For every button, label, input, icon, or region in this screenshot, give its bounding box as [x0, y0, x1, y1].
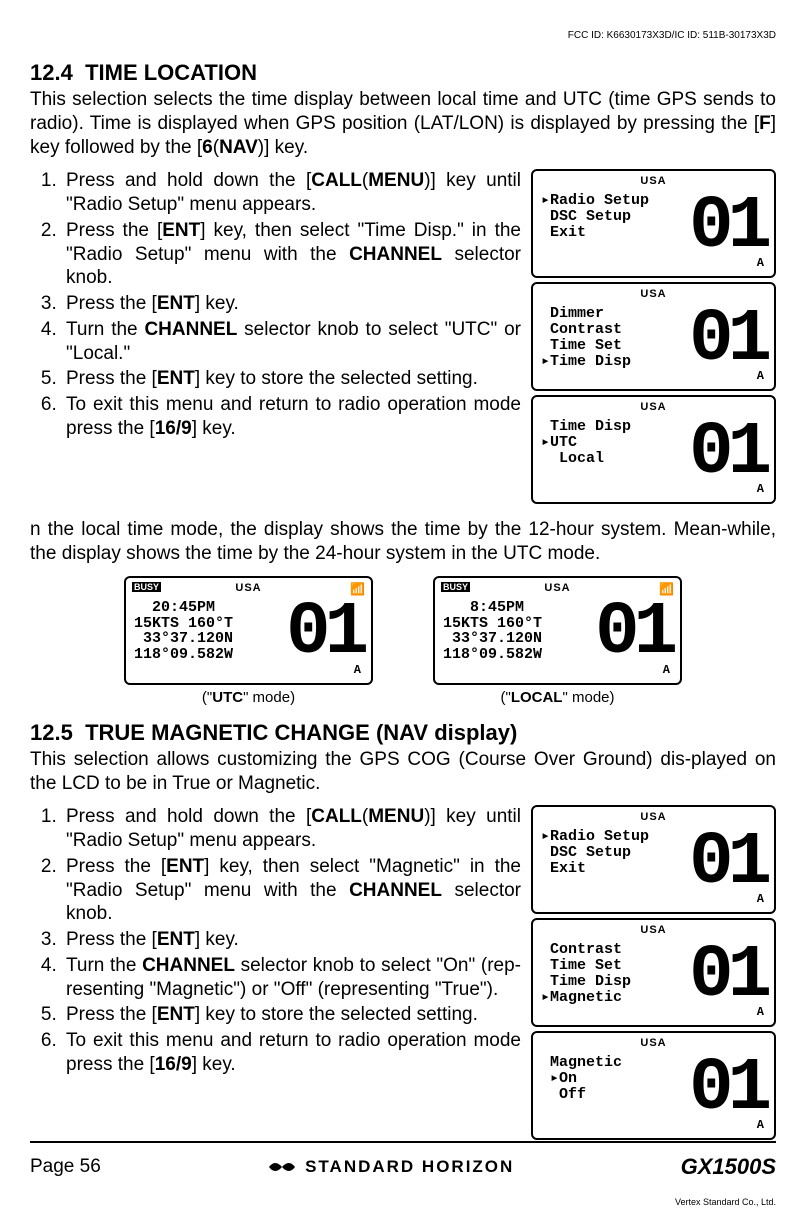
- busy-indicator: BUSY: [132, 582, 161, 592]
- lcd-local-mode: USA BUSY 📶 8:45PM 15KTS 160°T 33°37.120N…: [433, 576, 682, 685]
- step-4: Turn the CHANNEL selector knob to select…: [62, 318, 521, 366]
- company-name: Vertex Standard Co., Ltd.: [675, 1197, 776, 1207]
- fcc-id: FCC ID: K6630173X3D/IC ID: 511B-30173X3D: [568, 30, 776, 41]
- step-5: Press the [ENT] key to store the selecte…: [62, 1003, 521, 1027]
- step-6: To exit this menu and return to radio op…: [62, 1029, 521, 1077]
- lcd-channel-number: 01: [689, 183, 766, 270]
- lcd-time-disp-select: USA Dimmer Contrast Time Set ▸Time Disp …: [531, 282, 776, 391]
- section-12-4-intro: This selection selects the time display …: [30, 88, 776, 159]
- step-4: Turn the CHANNEL selector knob to select…: [62, 954, 521, 1002]
- lcd-magnetic-select: USA Contrast Time Set Time Disp ▸Magneti…: [531, 918, 776, 1027]
- page-footer: Page 56 STANDARD HORIZON GX1500S: [30, 1141, 776, 1185]
- lcd-radio-setup-2: USA ▸Radio Setup DSC Setup Exit 01 A: [531, 805, 776, 914]
- section-12-5-steps: Press and hold down the [CALL(MENU)] key…: [30, 805, 521, 1078]
- utc-mode-caption: ("UTC" mode): [124, 689, 373, 706]
- step-1: Press and hold down the [CALL(MENU)] key…: [62, 805, 521, 853]
- lcd-menu-text: ▸Radio Setup DSC Setup Exit: [541, 193, 649, 240]
- brand-text: STANDARD HORIZON: [305, 1157, 514, 1177]
- lcd-sub-indicator: A: [757, 256, 764, 270]
- lcd-on-off: USA Magnetic ▸On Off 01 A: [531, 1031, 776, 1140]
- local-mode-caption: ("LOCAL" mode): [433, 689, 682, 706]
- brand-mark-icon: [267, 1157, 297, 1177]
- lcd-radio-setup: USA ▸Radio Setup DSC Setup Exit 01 A: [531, 169, 776, 278]
- busy-indicator: BUSY: [441, 582, 470, 592]
- section-12-4-title: 12.4 TIME LOCATION: [30, 60, 776, 86]
- section-12-5-intro: This selection allows customizing the GP…: [30, 748, 776, 796]
- step-2: Press the [ENT] key, then select "Time D…: [62, 219, 521, 290]
- time-mode-note: n the local time mode, the display shows…: [30, 518, 776, 566]
- page-number: Page 56: [30, 1156, 101, 1178]
- step-6: To exit this menu and return to radio op…: [62, 393, 521, 441]
- step-3: Press the [ENT] key.: [62, 292, 521, 316]
- model-number: GX1500S: [681, 1154, 776, 1180]
- step-3: Press the [ENT] key.: [62, 928, 521, 952]
- section-12-4-steps: Press and hold down the [CALL(MENU)] key…: [30, 169, 521, 442]
- step-5: Press the [ENT] key to store the selecte…: [62, 367, 521, 391]
- step-2: Press the [ENT] key, then select "Magnet…: [62, 855, 521, 926]
- lcd-utc-local: USA Time Disp ▸UTC Local 01 A: [531, 395, 776, 504]
- lcd-utc-mode: USA BUSY 📶 20:45PM 15KTS 160°T 33°37.120…: [124, 576, 373, 685]
- section-12-5-title: 12.5 TRUE MAGNETIC CHANGE (NAV display): [30, 720, 776, 746]
- brand-logo: STANDARD HORIZON: [267, 1157, 514, 1177]
- step-1: Press and hold down the [CALL(MENU)] key…: [62, 169, 521, 217]
